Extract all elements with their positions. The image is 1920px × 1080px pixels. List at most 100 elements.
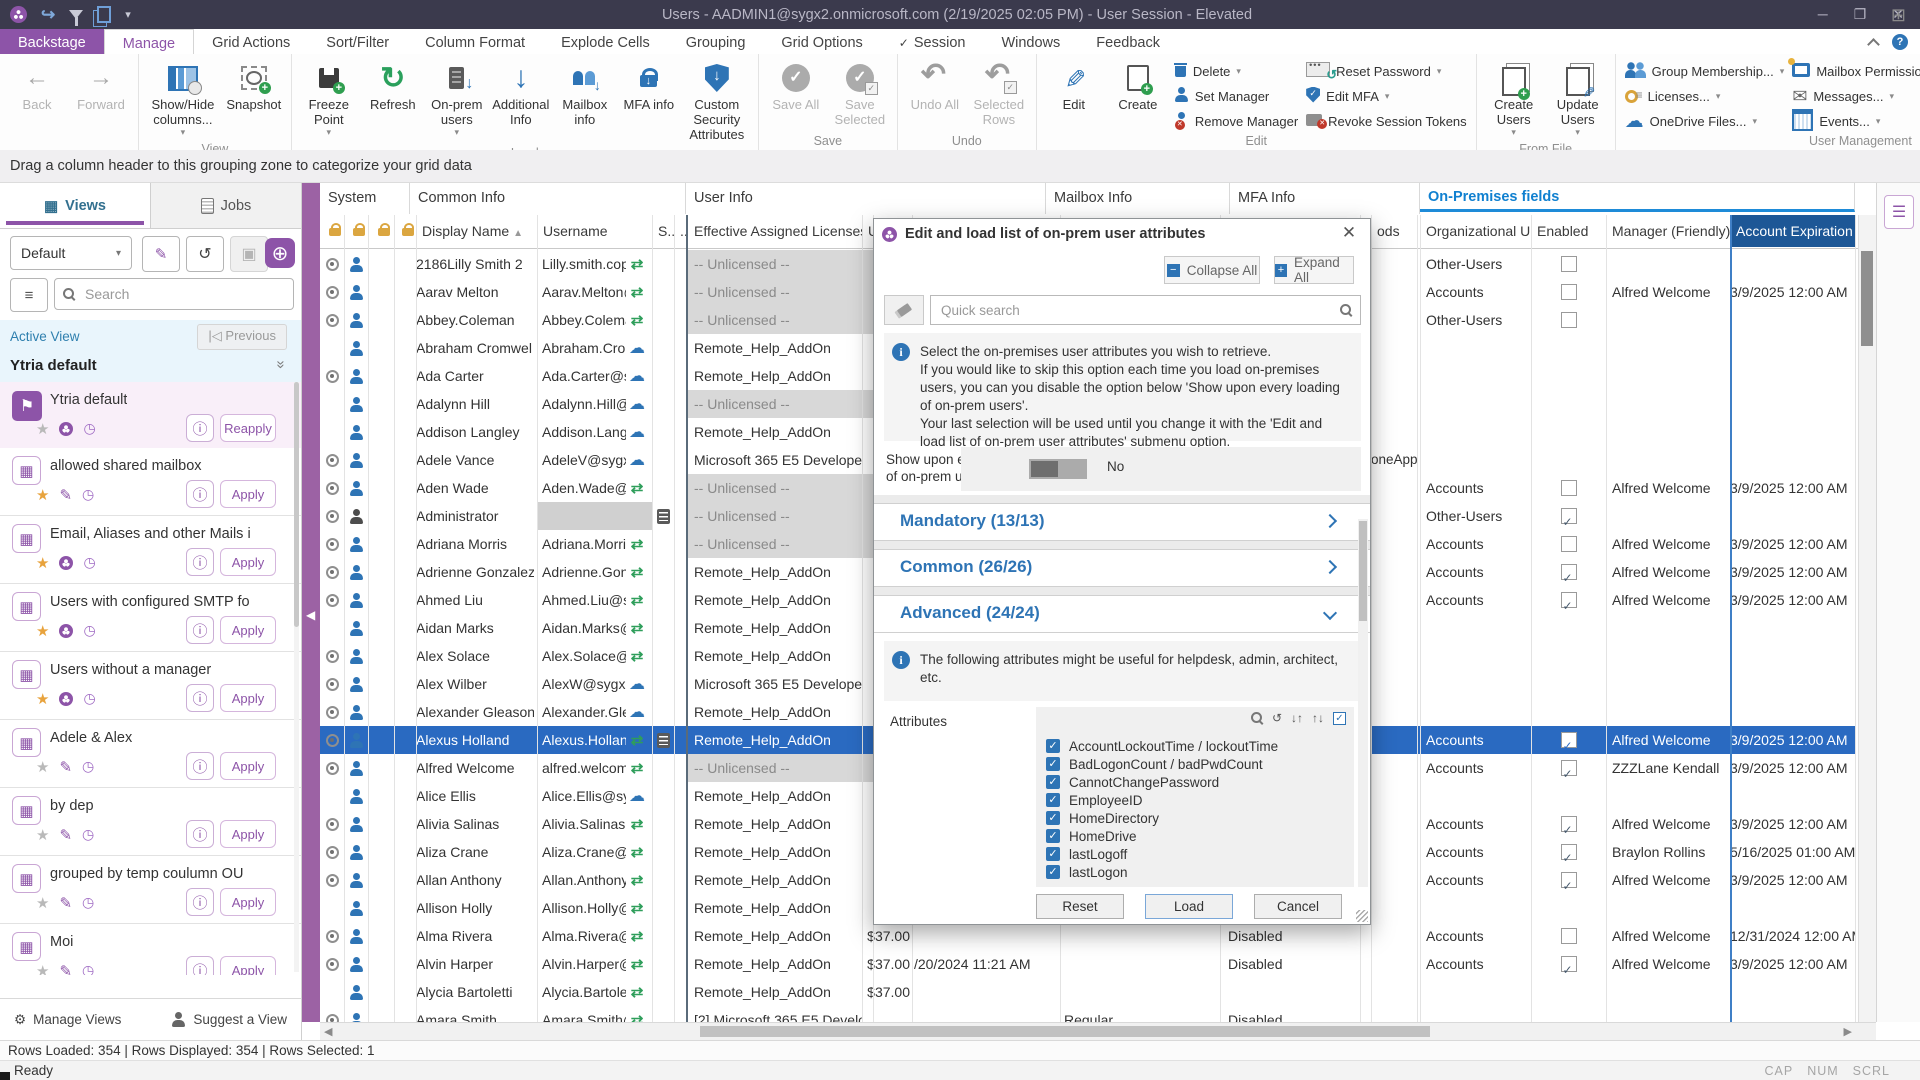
messages--button[interactable]: Messages...▾ bbox=[1792, 85, 1920, 107]
show-hide-columns--button[interactable]: Show/Hide columns...▾ bbox=[144, 56, 222, 141]
reset-button[interactable]: Reset bbox=[1036, 894, 1124, 919]
view-info-button[interactable]: ⓘ bbox=[186, 548, 214, 576]
events--button[interactable]: Events...▾ bbox=[1792, 110, 1920, 132]
grid-horizontal-scrollbar[interactable]: ◀ ▶ bbox=[320, 1022, 1876, 1040]
additional-info-button[interactable]: Additional Info bbox=[489, 56, 553, 130]
view-list-item[interactable]: ▦Moi★ⓘApply bbox=[0, 924, 301, 975]
sidebar-collapse-strip[interactable]: ◀ bbox=[302, 183, 320, 1022]
attribute-item[interactable]: ✓EmployeeID bbox=[1046, 791, 1350, 809]
sort-asc-icon[interactable]: ↓↑ bbox=[1291, 711, 1303, 725]
enabled-checkbox[interactable] bbox=[1561, 760, 1577, 776]
section-common[interactable]: Common (26/26) bbox=[874, 549, 1370, 587]
attribute-checkbox[interactable]: ✓ bbox=[1046, 865, 1060, 879]
custom-security-attributes-button[interactable]: Custom Security Attributes bbox=[681, 56, 753, 145]
view-list-item[interactable]: ▦Adele & Alex★ⓘApply bbox=[0, 720, 301, 788]
lock-column-2[interactable] bbox=[344, 215, 368, 247]
export-icon[interactable] bbox=[41, 5, 55, 25]
tab-windows[interactable]: Windows bbox=[983, 29, 1078, 54]
apply-button[interactable]: Apply bbox=[220, 548, 276, 576]
reset-password-button[interactable]: Reset Password▾ bbox=[1306, 60, 1467, 82]
enabled-checkbox[interactable] bbox=[1561, 956, 1577, 972]
view-search-input[interactable] bbox=[83, 285, 285, 303]
star-icon[interactable]: ★ bbox=[36, 622, 49, 640]
reset-view-button[interactable]: ↺ bbox=[186, 236, 224, 272]
remove-manager-button[interactable]: Remove Manager bbox=[1174, 110, 1298, 132]
attr-search-icon[interactable] bbox=[1251, 712, 1263, 724]
attribute-checkbox[interactable]: ✓ bbox=[1046, 757, 1060, 771]
delete-button[interactable]: Delete▾ bbox=[1174, 60, 1298, 82]
group-on-premises-fields[interactable]: On-Premises fields bbox=[1420, 183, 1855, 212]
grid-vertical-scrollbar[interactable] bbox=[1858, 215, 1876, 1022]
scroll-left-icon[interactable]: ◀ bbox=[324, 1025, 332, 1038]
header-organizational-unit[interactable]: Organizational Unit bbox=[1420, 215, 1531, 247]
mailbox-permissions--button[interactable]: Mailbox Permissions...▾ bbox=[1792, 60, 1920, 82]
view-set-select[interactable]: Default▾ bbox=[10, 236, 132, 270]
collapse-ribbon-icon[interactable] bbox=[1868, 37, 1878, 47]
scroll-right-icon[interactable]: ▶ bbox=[1844, 1025, 1852, 1038]
lock-column-1[interactable] bbox=[320, 215, 344, 247]
view-info-button[interactable]: ⓘ bbox=[186, 480, 214, 508]
apply-button[interactable]: Apply bbox=[220, 752, 276, 780]
save-all-button[interactable]: Save All bbox=[764, 56, 828, 115]
show-on-load-toggle[interactable] bbox=[1029, 459, 1087, 479]
column-chooser-icon[interactable]: ☰ bbox=[1884, 195, 1914, 229]
apply-button[interactable]: Apply bbox=[220, 888, 276, 916]
star-icon[interactable]: ★ bbox=[36, 894, 49, 912]
star-icon[interactable]: ★ bbox=[36, 758, 49, 776]
enabled-checkbox[interactable] bbox=[1561, 732, 1577, 748]
attr-undo-icon[interactable]: ↺ bbox=[1272, 711, 1282, 725]
enabled-checkbox[interactable] bbox=[1561, 816, 1577, 832]
apply-button[interactable]: Apply bbox=[220, 820, 276, 848]
header-s[interactable]: S... bbox=[652, 215, 674, 247]
lock-column-4[interactable] bbox=[394, 215, 416, 247]
onedrive-files--button[interactable]: OneDrive Files...▾ bbox=[1625, 110, 1785, 132]
view-list-item[interactable]: ▦by dep★ⓘApply bbox=[0, 788, 301, 856]
view-info-button[interactable]: ⓘ bbox=[186, 820, 214, 848]
on-prem-users-button[interactable]: On-prem users▾ bbox=[425, 56, 489, 141]
header-licenses[interactable]: Effective Assigned Licenses bbox=[688, 215, 862, 247]
tab-session[interactable]: ✓Session bbox=[881, 29, 984, 54]
enabled-checkbox[interactable] bbox=[1561, 564, 1577, 580]
apply-button[interactable]: Apply bbox=[220, 684, 276, 712]
tab-grouping[interactable]: Grouping bbox=[668, 29, 764, 54]
edit-mfa-button[interactable]: Edit MFA▾ bbox=[1306, 85, 1467, 107]
minimize-button[interactable]: ─ bbox=[1818, 6, 1828, 23]
group-mailbox-info[interactable]: Mailbox Info bbox=[1046, 183, 1230, 214]
remove-grouping-icon[interactable]: ⊞ bbox=[1891, 5, 1906, 26]
forward-button[interactable]: Forward bbox=[69, 56, 133, 115]
maximize-button[interactable]: ❐ bbox=[1854, 6, 1867, 23]
tab-explode-cells[interactable]: Explode Cells bbox=[543, 29, 668, 54]
tab-feedback[interactable]: Feedback bbox=[1078, 29, 1178, 54]
sort-desc-icon[interactable]: ↑↓ bbox=[1312, 711, 1324, 725]
header-enabled[interactable]: Enabled bbox=[1531, 215, 1606, 247]
view-info-button[interactable]: ⓘ bbox=[186, 616, 214, 644]
cancel-button[interactable]: Cancel bbox=[1254, 894, 1342, 919]
edit-button[interactable]: Edit bbox=[1042, 56, 1106, 115]
table-row[interactable]: Alvin HarperAlvin.Harper@sygx2Remote_Hel… bbox=[320, 950, 1855, 979]
save-selected-button[interactable]: Save Selected bbox=[828, 56, 892, 130]
mailbox-info-button[interactable]: Mailbox info bbox=[553, 56, 617, 130]
tab-grid-actions[interactable]: Grid Actions bbox=[194, 29, 308, 54]
enabled-checkbox[interactable] bbox=[1561, 256, 1577, 272]
revoke-session-tokens-button[interactable]: Revoke Session Tokens bbox=[1306, 110, 1467, 132]
refresh-button[interactable]: Refresh bbox=[361, 56, 425, 115]
view-info-button[interactable]: ⓘ bbox=[186, 684, 214, 712]
attribute-checkbox[interactable]: ✓ bbox=[1046, 739, 1060, 753]
table-row[interactable]: Alma RiveraAlma.Rivera@sygx2Remote_Help_… bbox=[320, 922, 1855, 951]
freeze-point-button[interactable]: Freeze Point▾ bbox=[297, 56, 361, 141]
view-list-item[interactable]: ▦allowed shared mailbox★ⓘApply bbox=[0, 448, 301, 516]
quick-search-input[interactable] bbox=[939, 302, 1332, 319]
previous-view-button[interactable]: |◁ Previous bbox=[197, 324, 287, 350]
header-u[interactable]: U... bbox=[862, 215, 873, 247]
group-mfa-info[interactable]: MFA Info bbox=[1230, 183, 1420, 214]
tab-views[interactable]: Views bbox=[0, 183, 151, 228]
filter-icon[interactable] bbox=[69, 10, 83, 19]
mfa-info-button[interactable]: MFA info bbox=[617, 56, 681, 115]
back-button[interactable]: Back bbox=[5, 56, 69, 115]
add-view-button[interactable]: ⊕ bbox=[265, 238, 295, 268]
qat-dropdown-icon[interactable]: ▾ bbox=[125, 8, 131, 21]
tab-backstage[interactable]: Backstage bbox=[0, 29, 104, 54]
lock-column-3[interactable] bbox=[368, 215, 394, 247]
attribute-item[interactable]: ✓AccountLockoutTime / lockoutTime bbox=[1046, 737, 1350, 755]
set-manager-button[interactable]: Set Manager bbox=[1174, 85, 1298, 107]
